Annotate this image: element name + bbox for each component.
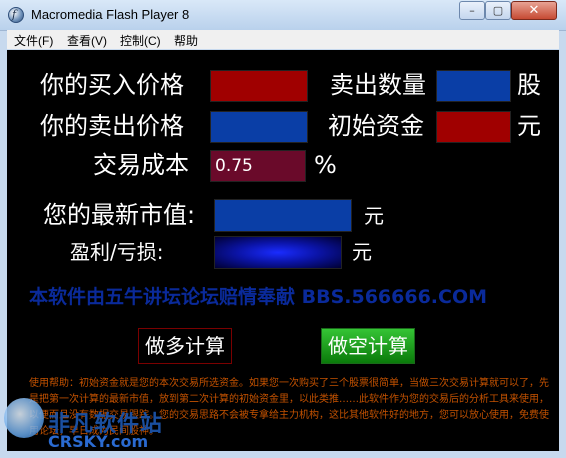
menu-bar: 文件(F) 查看(V) 控制(C) 帮助 <box>7 30 559 49</box>
buy-price-input[interactable] <box>210 70 308 102</box>
buy-price-label: 你的买入价格 <box>40 71 184 99</box>
menu-help[interactable]: 帮助 <box>174 32 198 49</box>
title-bar: f Macromedia Flash Player 8 – ▢ ✕ <box>0 0 566 31</box>
profit-output <box>214 236 342 269</box>
shares-unit: 股 <box>517 71 541 99</box>
window-title: Macromedia Flash Player 8 <box>31 7 190 22</box>
cost-label: 交易成本 <box>93 151 189 179</box>
sell-qty-input[interactable] <box>436 70 511 102</box>
profit-yuan-unit: 元 <box>352 240 372 264</box>
long-calc-button[interactable]: 做多计算 <box>138 328 232 364</box>
market-yuan-unit: 元 <box>364 204 384 228</box>
site-watermark: 非凡软件站 CRSKY.com <box>0 390 170 458</box>
initial-capital-input[interactable] <box>436 111 511 143</box>
capital-yuan-unit: 元 <box>517 112 541 140</box>
percent-unit: % <box>314 151 337 179</box>
minimize-button[interactable]: – <box>459 1 485 20</box>
close-button[interactable]: ✕ <box>511 1 557 20</box>
maximize-button[interactable]: ▢ <box>485 1 511 20</box>
market-value-label: 您的最新市值: <box>43 201 196 229</box>
flash-app-icon[interactable]: f <box>8 7 24 23</box>
menu-control[interactable]: 控制(C) <box>120 32 161 49</box>
market-value-output <box>214 199 352 232</box>
short-calc-button[interactable]: 做空计算 <box>321 328 415 364</box>
promo-banner: 本软件由五牛讲坛论坛赔情奉献 BBS.566666.COM <box>29 286 488 308</box>
profit-label: 盈利/亏损: <box>70 240 164 264</box>
sell-qty-label: 卖出数量 <box>330 71 426 99</box>
sell-price-input[interactable] <box>210 111 308 143</box>
cost-input[interactable]: 0.75 <box>210 150 306 182</box>
watermark-en: CRSKY.com <box>48 432 149 451</box>
menu-file[interactable]: 文件(F) <box>14 32 53 49</box>
initial-capital-label: 初始资金 <box>328 112 424 140</box>
watermark-logo-icon <box>4 398 44 438</box>
menu-view[interactable]: 查看(V) <box>67 32 107 49</box>
sell-price-label: 你的卖出价格 <box>40 112 184 140</box>
